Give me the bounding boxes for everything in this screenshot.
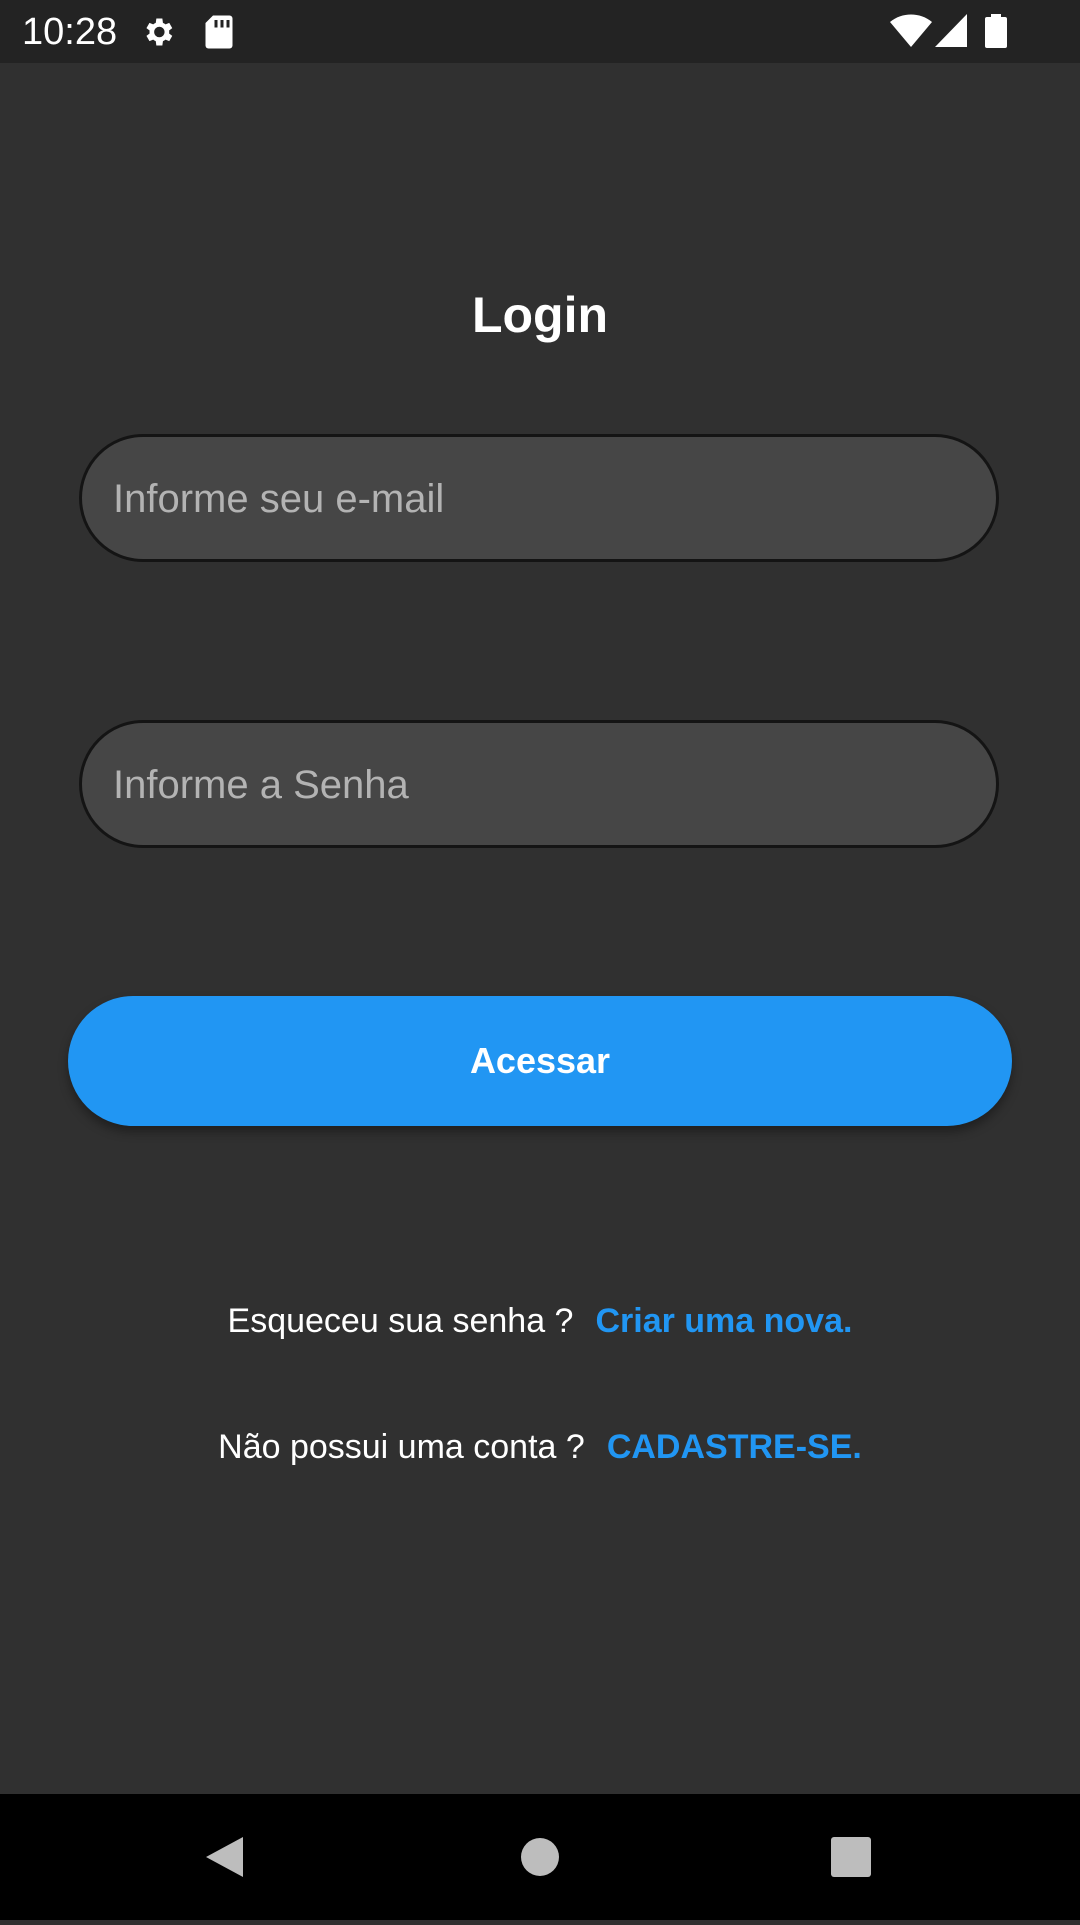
email-field[interactable] [79, 434, 999, 562]
signup-row: Não possui uma conta ? CADASTRE-SE. [0, 1425, 1080, 1469]
signup-link[interactable]: CADASTRE-SE. [607, 1428, 862, 1466]
navigation-bar [0, 1794, 1080, 1920]
login-screen: Login Acessar Esqueceu sua senha ? Criar … [0, 63, 1080, 1794]
email-input[interactable] [111, 437, 975, 561]
signal-icon [935, 14, 967, 53]
password-field[interactable] [79, 720, 999, 848]
create-new-password-link[interactable]: Criar uma nova. [595, 1302, 852, 1340]
page-title: Login [471, 287, 609, 343]
signup-prompt: Não possui uma conta ? [218, 1428, 585, 1466]
back-icon [206, 1837, 243, 1877]
back-button[interactable] [163, 1794, 289, 1920]
forgot-password-prompt: Esqueceu sua senha ? [227, 1302, 574, 1340]
wifi-icon [890, 14, 932, 53]
forgot-password-row: Esqueceu sua senha ? Criar uma nova. [0, 1299, 1080, 1343]
password-input[interactable] [111, 723, 975, 847]
recents-button[interactable] [788, 1794, 914, 1920]
access-button[interactable]: Acessar [68, 996, 1012, 1126]
recents-icon [831, 1837, 871, 1877]
home-icon [521, 1838, 559, 1876]
home-button[interactable] [477, 1794, 603, 1920]
status-bar: 10:28 [0, 0, 1080, 63]
sd-card-icon [204, 14, 234, 55]
battery-icon [985, 14, 1007, 53]
settings-icon [140, 14, 176, 55]
status-time: 10:28 [22, 11, 118, 53]
